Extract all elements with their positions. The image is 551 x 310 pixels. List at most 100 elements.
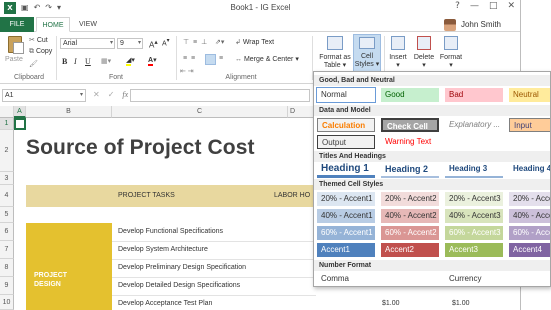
font-size-select[interactable]: 9 ▾ — [117, 38, 143, 49]
task-cell[interactable]: Develop Detailed Design Specifications — [118, 282, 240, 289]
row-header-5[interactable]: 5 — [0, 207, 14, 223]
cell-styles-icon — [359, 37, 375, 49]
row-header-7[interactable]: 7 — [0, 241, 14, 259]
style-accent1[interactable]: Accent1 — [317, 243, 375, 257]
user-account[interactable]: John Smith — [443, 17, 501, 32]
format-button[interactable]: Format ▾ — [437, 54, 465, 70]
style-20-accent4[interactable]: 20% - Accent4 — [509, 192, 550, 206]
row-header-10[interactable]: 10 — [0, 295, 14, 310]
row-header-2[interactable]: 2 — [0, 130, 14, 172]
style-20-accent3[interactable]: 20% - Accent3 — [445, 192, 503, 206]
style-60-accent1[interactable]: 60% - Accent1 — [317, 226, 375, 240]
tab-file[interactable]: FILE — [0, 17, 34, 32]
align-center-icon[interactable] — [205, 54, 216, 65]
style-neutral[interactable]: Neutral — [509, 88, 550, 102]
wrap-text-button[interactable]: ↲ Wrap Text — [235, 38, 274, 46]
task-cell[interactable]: Develop Preliminary Design Specification — [118, 264, 246, 271]
style-accent4[interactable]: Accent4 — [509, 243, 550, 257]
fill-color-icon[interactable]: ◢▾ — [126, 56, 135, 66]
style-20-accent2[interactable]: 20% - Accent2 — [381, 192, 439, 206]
style-explanatory[interactable]: Explanatory ... — [445, 118, 503, 132]
style-heading-1[interactable]: Heading 1 — [317, 162, 375, 178]
font-family-select[interactable]: Arial ▾ — [60, 38, 115, 49]
style-60-accent4[interactable]: 60% - Accent4 — [509, 226, 550, 240]
value-cell[interactable]: $1.00 — [452, 300, 470, 307]
font-family-value: Arial — [63, 40, 78, 47]
style-input[interactable]: Input — [509, 118, 550, 132]
italic-button[interactable]: I — [74, 57, 77, 66]
grow-font-icon[interactable]: A▴ — [149, 38, 158, 50]
row-header-8[interactable]: 8 — [0, 259, 14, 277]
style-40-accent3[interactable]: 40% - Accent3 — [445, 209, 503, 223]
row-header-9[interactable]: 9 — [0, 277, 14, 295]
active-cell-a1[interactable] — [14, 118, 26, 130]
borders-icon[interactable]: ▦▾ — [101, 57, 111, 65]
row-header-1[interactable]: 1 — [0, 118, 14, 130]
style-currency[interactable]: Currency — [445, 272, 503, 286]
task-cell[interactable]: Develop Acceptance Test Plan — [118, 300, 212, 307]
cut-button[interactable]: ✂ Cut — [29, 36, 48, 44]
name-box[interactable]: A1 ▾ — [2, 89, 86, 102]
column-header-c[interactable]: C — [112, 106, 288, 118]
style-40-accent2[interactable]: 40% - Accent2 — [381, 209, 439, 223]
row-header-4[interactable]: 4 — [0, 185, 14, 207]
enter-icon[interactable]: ✓ — [108, 90, 115, 99]
style-warning-text[interactable]: Warning Text — [381, 135, 439, 149]
style-check-cell[interactable]: Check Cell — [381, 118, 439, 132]
minimize-icon[interactable]: — — [470, 1, 479, 11]
insert-button[interactable]: Insert ▾ — [385, 54, 411, 70]
task-cell[interactable]: Develop System Architecture — [118, 246, 208, 253]
align-left-icon[interactable]: ≡ ≡ — [183, 55, 196, 62]
style-accent2[interactable]: Accent2 — [381, 243, 439, 257]
value-cell[interactable]: $1.00 — [382, 300, 400, 307]
wrap-text-label: Wrap Text — [242, 39, 275, 46]
close-icon[interactable]: ✕ — [507, 1, 515, 11]
style-output[interactable]: Output — [317, 135, 375, 149]
style-heading-3[interactable]: Heading 3 — [445, 162, 503, 178]
cell-styles-button[interactable]: Cell Styles ▾ — [353, 34, 381, 74]
paste-icon[interactable] — [8, 36, 24, 54]
format-as-table-button[interactable]: Format as Table ▾ — [316, 54, 354, 70]
font-color-icon[interactable]: A▾ — [148, 56, 157, 66]
task-cell[interactable]: Develop Functional Specifications — [118, 228, 223, 235]
align-right-icon[interactable]: ≡ — [219, 55, 223, 62]
style-20-accent1[interactable]: 20% - Accent1 — [317, 192, 375, 206]
copy-button[interactable]: ⧉ Copy — [29, 48, 52, 56]
underline-button[interactable]: U — [85, 57, 91, 66]
cell-styles-label-2-text: Styles — [354, 61, 374, 68]
style-comma[interactable]: Comma — [317, 272, 375, 286]
merge-center-button[interactable]: ↔ Merge & Center ▾ — [235, 55, 299, 63]
maximize-icon[interactable]: □ — [489, 1, 498, 11]
row-header-6[interactable]: 6 — [0, 223, 14, 241]
style-good[interactable]: Good — [381, 88, 439, 102]
shrink-font-icon[interactable]: A▾ — [162, 38, 170, 47]
tab-view[interactable]: VIEW — [72, 17, 104, 32]
style-bad[interactable]: Bad — [445, 88, 503, 102]
cancel-icon[interactable]: ✕ — [93, 90, 100, 99]
style-accent3[interactable]: Accent3 — [445, 243, 503, 257]
select-all-corner[interactable] — [0, 106, 14, 118]
insert-function-icon[interactable]: fx — [122, 90, 128, 99]
style-60-accent2[interactable]: 60% - Accent2 — [381, 226, 439, 240]
row-header-3[interactable]: 3 — [0, 172, 14, 185]
style-heading-4[interactable]: Heading 4 — [509, 162, 550, 178]
orientation-icon[interactable]: ⇗▾ — [215, 38, 224, 46]
bold-button[interactable]: B — [62, 57, 67, 66]
top-align-icons[interactable]: ⊤ ≡ ⊥ — [183, 38, 208, 46]
style-heading-2[interactable]: Heading 2 — [381, 162, 439, 178]
delete-button[interactable]: Delete ▾ — [411, 54, 437, 70]
help-icon[interactable]: ? — [455, 1, 460, 11]
style-40-accent1[interactable]: 40% - Accent1 — [317, 209, 375, 223]
insert-cells-icon — [391, 36, 405, 50]
tab-home[interactable]: HOME — [36, 17, 70, 32]
column-header-a[interactable]: A — [14, 106, 26, 118]
section-number-format: Number Format — [314, 260, 550, 271]
style-normal[interactable]: Normal — [316, 87, 376, 103]
format-painter-icon[interactable]: 🖌 — [29, 60, 38, 68]
style-calculation[interactable]: Calculation — [317, 118, 375, 132]
style-60-accent3[interactable]: 60% - Accent3 — [445, 226, 503, 240]
formula-input[interactable] — [130, 89, 310, 102]
paste-button[interactable]: Paste — [5, 56, 23, 63]
column-header-b[interactable]: B — [26, 106, 112, 118]
style-40-accent4[interactable]: 40% - Accent4 — [509, 209, 550, 223]
